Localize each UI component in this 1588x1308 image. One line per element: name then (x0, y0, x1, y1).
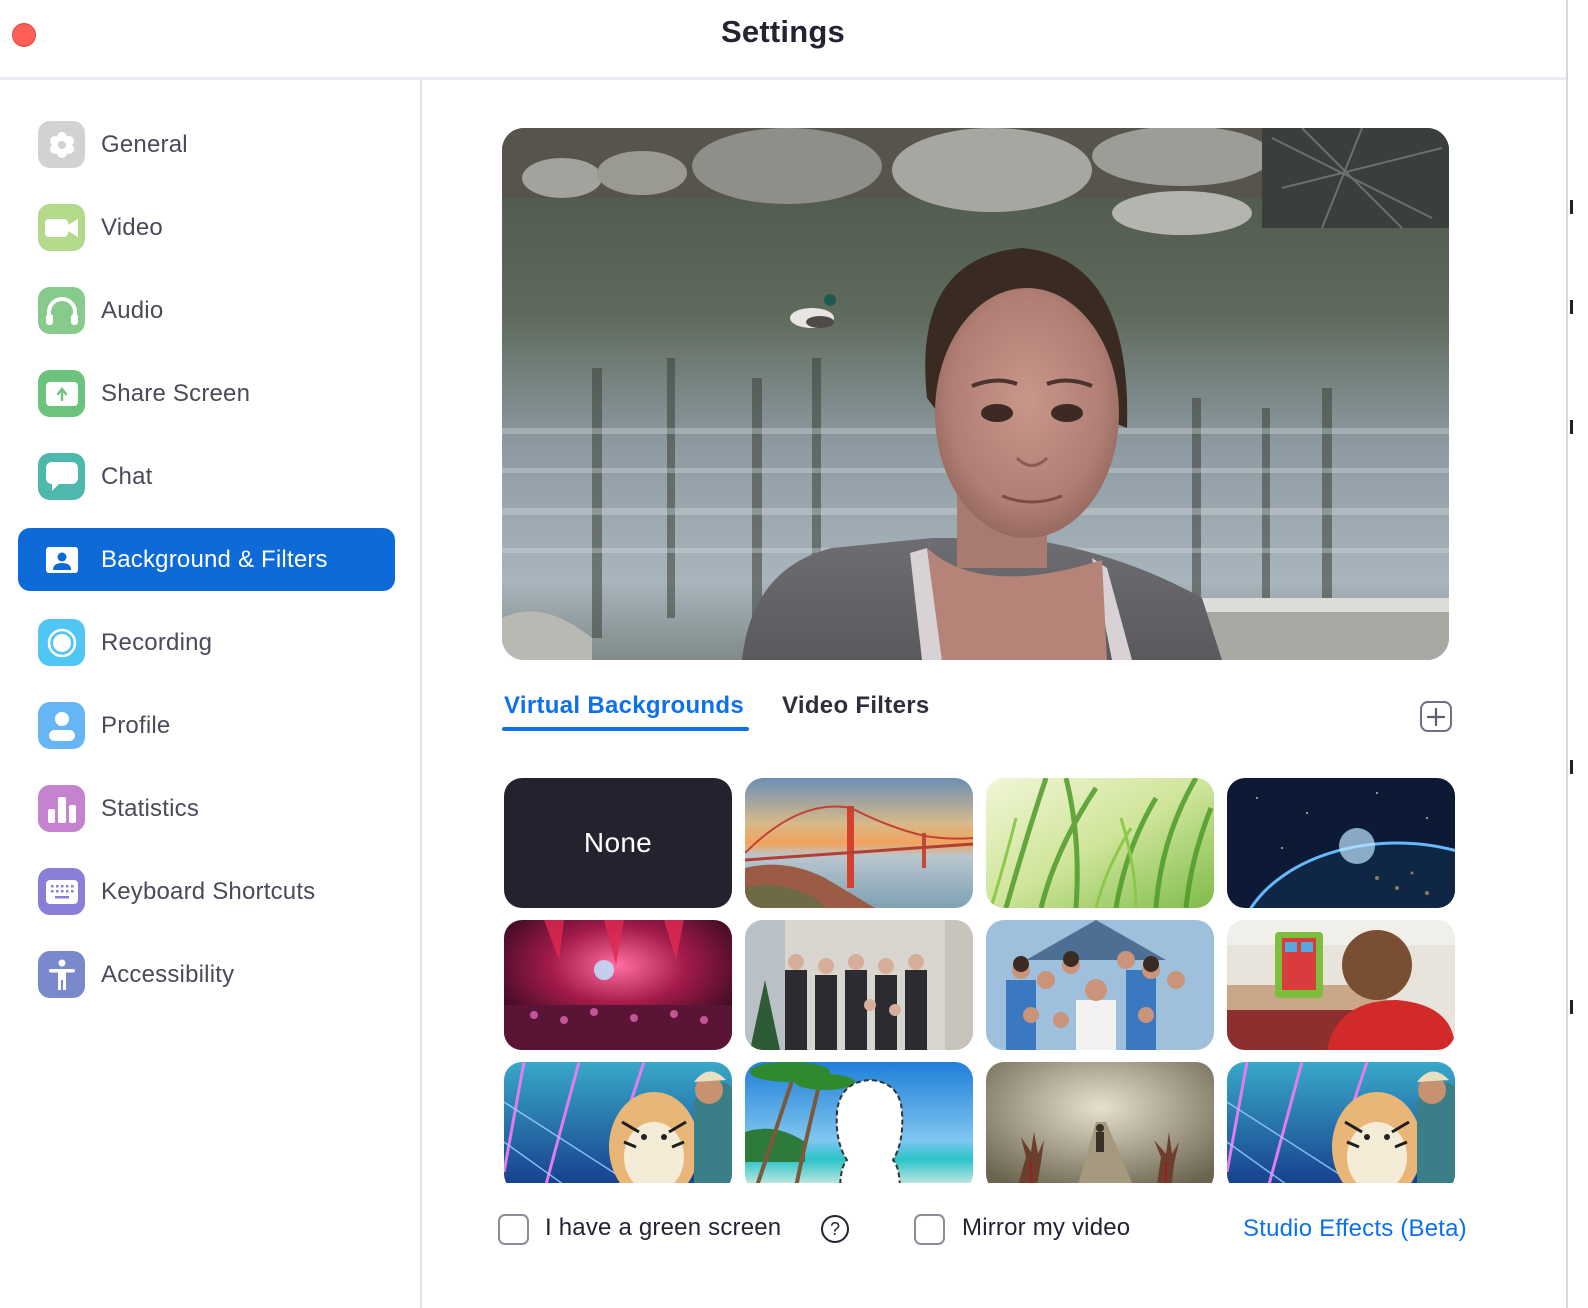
sidebar-item-label: Statistics (101, 795, 200, 822)
green-screen-label[interactable]: I have a green screen (545, 1214, 781, 1242)
green-screen-checkbox[interactable] (498, 1214, 529, 1245)
sidebar-item-label: Keyboard Shortcuts (101, 878, 316, 905)
sidebar-divider (420, 80, 422, 1308)
desktop-mark (1570, 760, 1573, 774)
sidebar-item-general[interactable]: General (18, 113, 395, 176)
person-icon (38, 702, 85, 749)
sidebar-item-keyboard-shortcuts[interactable]: Keyboard Shortcuts (18, 860, 395, 923)
settings-window: Settings General Video Audio Share Scree… (0, 0, 1566, 1308)
accessibility-icon (38, 951, 85, 998)
background-thumb-tiger-neon-2[interactable] (1227, 1062, 1455, 1183)
background-thumb-family-outdoors[interactable] (986, 920, 1214, 1050)
plus-icon (1426, 707, 1446, 726)
bar-chart-icon (38, 785, 85, 832)
studio-effects-link[interactable]: Studio Effects (Beta) (1243, 1215, 1467, 1243)
camera-preview-image (502, 128, 1449, 660)
sidebar-item-video[interactable]: Video (18, 196, 395, 259)
desktop-mark (1570, 420, 1573, 434)
sidebar-item-label: Video (101, 214, 163, 241)
active-tab-indicator (502, 727, 749, 731)
sidebar-item-label: Accessibility (101, 961, 235, 988)
sidebar-item-label: Share Screen (101, 380, 251, 407)
background-thumb-concert[interactable] (504, 920, 732, 1050)
sidebar-item-audio[interactable]: Audio (18, 279, 395, 342)
sidebar-item-label: Recording (101, 629, 213, 656)
background-thumb-earth[interactable] (1227, 778, 1455, 908)
background-options: I have a green screen ? Mirror my video … (0, 1200, 1566, 1260)
sidebar-item-chat[interactable]: Chat (18, 445, 395, 508)
tab-virtual-backgrounds[interactable]: Virtual Backgrounds (504, 692, 744, 720)
headphones-icon (38, 287, 85, 334)
background-thumb-label: None (583, 827, 653, 858)
sidebar-item-recording[interactable]: Recording (18, 611, 395, 674)
help-icon[interactable]: ? (821, 1215, 849, 1243)
chat-bubble-icon (38, 453, 85, 500)
background-thumb-tiger-neon[interactable] (504, 1062, 732, 1183)
video-camera-icon (38, 204, 85, 251)
sidebar-item-share-screen[interactable]: Share Screen (18, 362, 395, 425)
background-thumb-golden-gate[interactable] (745, 778, 973, 908)
desktop-mark (1570, 1000, 1573, 1014)
window-title: Settings (721, 14, 845, 49)
tab-video-filters[interactable]: Video Filters (782, 692, 930, 720)
desktop-mark (1570, 300, 1573, 314)
sidebar-item-label: Audio (101, 297, 164, 324)
add-background-button[interactable] (1420, 701, 1452, 732)
sidebar-item-label: Background & Filters (101, 546, 328, 573)
sidebar-item-profile[interactable]: Profile (18, 694, 395, 757)
settings-sidebar: General Video Audio Share Screen Chat Ba… (0, 80, 421, 1308)
desktop-background (1568, 0, 1588, 1308)
mirror-video-label[interactable]: Mirror my video (962, 1214, 1130, 1242)
record-icon (38, 619, 85, 666)
sidebar-item-label: Profile (101, 712, 171, 739)
share-screen-icon (38, 370, 85, 417)
keyboard-icon (38, 868, 85, 915)
background-thumb-beach[interactable] (745, 1062, 973, 1183)
person-card-icon (38, 536, 85, 583)
sidebar-item-label: General (101, 131, 188, 158)
virtual-background-grid: None (504, 778, 1456, 1183)
sidebar-item-statistics[interactable]: Statistics (18, 777, 395, 840)
background-thumb-family-indoors[interactable] (745, 920, 973, 1050)
sidebar-item-label: Chat (101, 463, 153, 490)
title-bar: Settings (0, 0, 1566, 78)
gear-icon (38, 121, 85, 168)
background-thumb-grass[interactable] (986, 778, 1214, 908)
mirror-video-checkbox[interactable] (914, 1214, 945, 1245)
camera-preview (502, 128, 1449, 660)
desktop-mark (1570, 200, 1573, 214)
sidebar-item-accessibility[interactable]: Accessibility (18, 943, 395, 1006)
background-thumb-zombie-road[interactable] (986, 1062, 1214, 1183)
background-thumb-none[interactable]: None (504, 778, 732, 908)
background-thumb-child-tablet[interactable] (1227, 920, 1455, 1050)
sidebar-item-background-filters[interactable]: Background & Filters (18, 528, 395, 591)
